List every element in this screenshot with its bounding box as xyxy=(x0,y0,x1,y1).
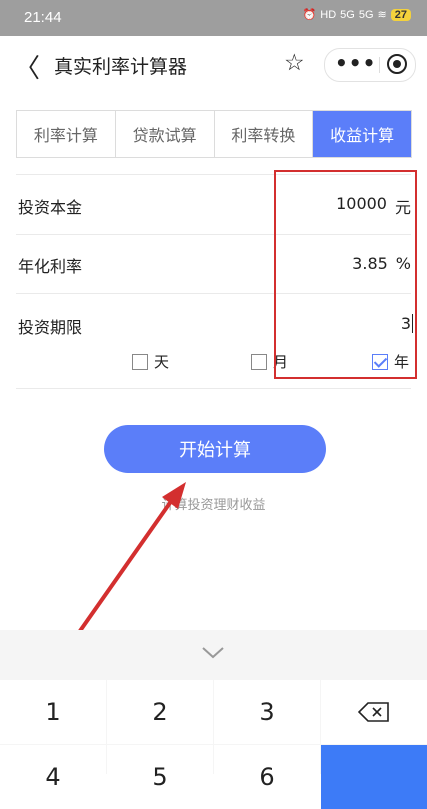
backspace-key[interactable] xyxy=(321,680,427,744)
key-1[interactable]: 1 xyxy=(0,680,106,744)
start-calculate-button[interactable]: 开始计算 xyxy=(104,425,326,473)
capsule-divider xyxy=(379,57,380,73)
back-icon[interactable]: 〈 xyxy=(14,48,40,85)
wifi-icon: ≋ xyxy=(377,9,387,21)
signal-icon-1: 5G xyxy=(340,8,355,21)
principal-label: 投资本金 xyxy=(18,198,83,217)
numeric-keyboard: 1 2 3 4 5 6 xyxy=(0,630,427,809)
status-bar: 21:44 ⏰ HD 5G 5G ≋ 27 xyxy=(0,0,427,36)
backspace-icon xyxy=(358,702,389,722)
status-time: 21:44 xyxy=(24,9,62,26)
hd-icon: HD xyxy=(320,8,337,21)
checkbox-icon[interactable] xyxy=(132,353,148,370)
mini-program-capsule: ••• xyxy=(324,48,416,82)
page-title: 真实利率计算器 xyxy=(54,56,188,78)
sub-caption: 计算投资理财收益 xyxy=(161,498,266,513)
tab-income-calc[interactable]: 收益计算 xyxy=(313,111,411,157)
confirm-key[interactable] xyxy=(321,745,427,809)
divider xyxy=(16,388,411,389)
status-icons: ⏰ HD 5G 5G ≋ 27 xyxy=(303,8,411,21)
close-icon[interactable] xyxy=(387,54,407,74)
tab-rate-calc[interactable]: 利率计算 xyxy=(17,111,116,157)
unit-option-day[interactable]: 天 xyxy=(132,351,169,372)
star-icon[interactable]: ☆ xyxy=(284,50,305,76)
key-4[interactable]: 4 xyxy=(0,745,106,809)
period-label: 投资期限 xyxy=(18,318,83,337)
alarm-icon: ⏰ xyxy=(302,9,317,21)
checkbox-icon[interactable] xyxy=(251,353,267,370)
key-6[interactable]: 6 xyxy=(214,745,320,809)
annotation-highlight-box xyxy=(274,170,417,379)
tab-rate-convert[interactable]: 利率转换 xyxy=(215,111,314,157)
chevron-down-icon[interactable] xyxy=(200,642,226,662)
key-2[interactable]: 2 xyxy=(107,680,213,744)
key-3[interactable]: 3 xyxy=(214,680,320,744)
calculator-tabs: 利率计算 贷款试算 利率转换 收益计算 xyxy=(16,110,412,158)
signal-icon-2: 5G xyxy=(358,8,374,21)
key-5[interactable]: 5 xyxy=(107,745,213,809)
unit-option-label: 天 xyxy=(154,353,170,371)
nav-bar: 〈 真实利率计算器 ☆ ••• xyxy=(0,36,427,92)
battery-icon: 27 xyxy=(390,8,411,21)
rate-label: 年化利率 xyxy=(18,257,83,276)
more-icon[interactable]: ••• xyxy=(335,51,376,75)
tab-loan-trial[interactable]: 贷款试算 xyxy=(116,111,215,157)
